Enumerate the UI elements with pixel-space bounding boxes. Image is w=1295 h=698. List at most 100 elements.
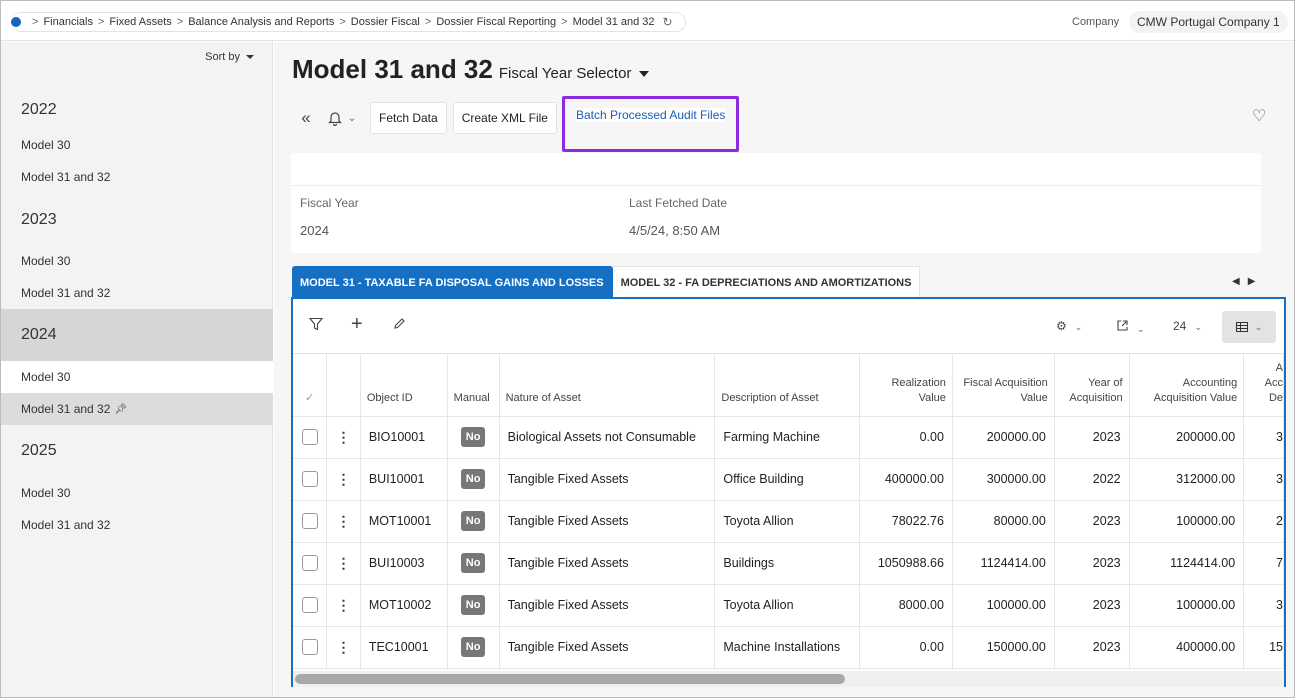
row-checkbox[interactable] xyxy=(301,639,318,655)
grid-view-toggle[interactable]: ⌄ xyxy=(1222,311,1276,343)
kebab-menu-icon[interactable]: ⋮ xyxy=(337,513,351,529)
scrollbar-thumb[interactable] xyxy=(295,674,845,684)
cell-fiscal-acquisition-value: 100000.00 xyxy=(952,584,1055,627)
cell-accounting-acquisition-value: 400000.00 xyxy=(1129,626,1245,669)
fetch-data-button[interactable]: Fetch Data xyxy=(370,102,447,134)
cell-partial: 7 xyxy=(1243,542,1284,585)
kebab-menu-icon[interactable]: ⋮ xyxy=(337,429,351,445)
asset-grid: + ⚙ ⌄ ⌄ 24 ⌄ ⌄ ✓ Object ID Manual Nature… xyxy=(291,297,1286,687)
page-title-text: Model 31 and 32 xyxy=(292,54,493,84)
nav-item-model-31-32[interactable]: Model 31 and 32 xyxy=(1,277,273,309)
kebab-menu-icon[interactable]: ⋮ xyxy=(337,555,351,571)
nav-group-2023[interactable]: 2023 xyxy=(1,194,273,246)
cell-realization-value: 0.00 xyxy=(859,626,953,669)
manual-badge: No xyxy=(461,427,486,447)
table-row[interactable]: ⋮ MOT10002 No Tangible Fixed Assets Toyo… xyxy=(293,584,1284,627)
cell-object-id: MOT10002 xyxy=(360,584,448,627)
header-manual[interactable]: Manual xyxy=(447,354,500,417)
header-object-id[interactable]: Object ID xyxy=(360,354,448,417)
row-checkbox[interactable] xyxy=(301,597,318,613)
select-all-check-icon[interactable]: ✓ xyxy=(293,354,328,417)
breadcrumb-item-financials[interactable]: Financials xyxy=(43,16,93,28)
favorite-heart-icon[interactable]: ♡ xyxy=(1252,106,1266,126)
page-size-selector[interactable]: 24 ⌄ xyxy=(1173,319,1202,333)
tab-model-31[interactable]: MODEL 31 - TAXABLE FA DISPOSAL GAINS AND… xyxy=(292,266,613,298)
pin-icon[interactable]: 📌︎ xyxy=(114,404,127,415)
collapse-icon[interactable]: « xyxy=(292,102,320,134)
cell-partial: 15 xyxy=(1243,626,1284,669)
nav-item-model-30[interactable]: Model 30 xyxy=(1,129,273,161)
table-row[interactable]: ⋮ BUI10003 No Tangible Fixed Assets Buil… xyxy=(293,542,1284,585)
kebab-menu-icon[interactable]: ⋮ xyxy=(337,471,351,487)
row-checkbox[interactable] xyxy=(301,471,318,487)
breadcrumb-item-dossier-fiscal[interactable]: Dossier Fiscal xyxy=(351,16,420,28)
page-size-value: 24 xyxy=(1173,319,1187,333)
row-menu-cell: ⋮ xyxy=(326,416,361,459)
table-row[interactable]: ⋮ BUI10001 No Tangible Fixed Assets Offi… xyxy=(293,458,1284,501)
header-label: Acc xyxy=(1264,376,1283,389)
row-checkbox[interactable] xyxy=(301,513,318,529)
row-menu-cell: ⋮ xyxy=(326,458,361,501)
plus-icon[interactable]: + xyxy=(351,313,363,336)
tab-model-32[interactable]: MODEL 32 - FA DEPRECIATIONS AND AMORTIZA… xyxy=(612,266,921,298)
cell-fiscal-acquisition-value: 150000.00 xyxy=(952,626,1055,669)
tab-scroll-left-icon[interactable]: ◀ xyxy=(1232,276,1248,287)
header-nature-of-asset[interactable]: Nature of Asset xyxy=(499,354,716,417)
table-row[interactable]: ⋮ MOT10001 No Tangible Fixed Assets Toyo… xyxy=(293,500,1284,543)
cell-fiscal-acquisition-value: 1124414.00 xyxy=(952,542,1055,585)
nav-item-model-31-32[interactable]: Model 31 and 32 xyxy=(1,509,273,541)
cell-description-of-asset: Farming Machine xyxy=(714,416,861,459)
header-partial-column[interactable]: A Acc De xyxy=(1243,354,1284,417)
header-label: A xyxy=(1275,361,1283,374)
nav-group-2025[interactable]: 2025 xyxy=(1,425,273,477)
row-checkbox-cell xyxy=(293,458,328,501)
export-menu[interactable]: ⌄ xyxy=(1116,319,1145,335)
batch-processed-audit-files-button[interactable]: Batch Processed Audit Files xyxy=(561,96,740,152)
breadcrumb-item-dossier-fiscal-reporting[interactable]: Dossier Fiscal Reporting xyxy=(436,16,556,28)
row-checkbox[interactable] xyxy=(301,429,318,445)
manual-badge: No xyxy=(461,595,486,615)
company-selector[interactable]: CMW Portugal Company 1 xyxy=(1129,11,1288,33)
header-accounting-acquisition-value[interactable]: Accounting Acquisition Value xyxy=(1129,354,1245,417)
create-xml-file-button[interactable]: Create XML File xyxy=(452,102,557,134)
kebab-menu-icon[interactable]: ⋮ xyxy=(337,639,351,655)
export-icon xyxy=(1117,320,1128,331)
left-navigator: Sort by 2022 Model 30 Model 31 and 32 20… xyxy=(1,42,273,697)
card-header-strip xyxy=(291,153,1261,186)
kebab-menu-icon[interactable]: ⋮ xyxy=(337,597,351,613)
manual-badge: No xyxy=(461,511,486,531)
pencil-icon[interactable] xyxy=(393,317,406,334)
filter-icon[interactable] xyxy=(308,317,324,335)
nav-group-2024[interactable]: 2024 xyxy=(1,309,273,361)
breadcrumb-item-balance-analysis[interactable]: Balance Analysis and Reports xyxy=(188,16,334,28)
home-dot-icon[interactable] xyxy=(11,17,21,27)
table-row[interactable]: ⋮ BIO10001 No Biological Assets not Cons… xyxy=(293,416,1284,459)
nav-item-model-30[interactable]: Model 30 xyxy=(1,361,273,393)
sort-by-button[interactable]: Sort by xyxy=(205,51,254,63)
settings-menu[interactable]: ⚙ ⌄ xyxy=(1056,319,1082,333)
row-checkbox[interactable] xyxy=(301,555,318,571)
fiscal-year-selector[interactable]: Fiscal Year Selector xyxy=(499,65,650,82)
header-fiscal-acquisition-value[interactable]: Fiscal Acquisition Value xyxy=(952,354,1055,417)
header-label: Realization xyxy=(891,376,946,389)
refresh-icon[interactable]: ↻ xyxy=(663,15,673,29)
cell-nature-of-asset: Tangible Fixed Assets xyxy=(499,542,716,585)
nav-item-model-30[interactable]: Model 30 xyxy=(1,477,273,509)
notification-button[interactable]: ⌄ xyxy=(320,102,364,134)
command-bar: « ⌄ Fetch Data Create XML File Batch Pro… xyxy=(292,96,740,152)
cell-realization-value: 0.00 xyxy=(859,416,953,459)
cell-manual: No xyxy=(447,416,500,459)
nav-item-model-31-32[interactable]: Model 31 and 32 xyxy=(1,161,273,193)
table-row[interactable]: ⋮ TEC10001 No Tangible Fixed Assets Mach… xyxy=(293,626,1284,669)
header-description-of-asset[interactable]: Description of Asset xyxy=(714,354,861,417)
table-header-row: ✓ Object ID Manual Nature of Asset Descr… xyxy=(293,354,1284,417)
nav-item-model-31-32-selected[interactable]: Model 31 and 32 📌︎ xyxy=(1,393,273,425)
row-checkbox-cell xyxy=(293,626,328,669)
tab-scroll-right-icon[interactable]: ▶ xyxy=(1248,276,1264,287)
header-year-of-acquisition[interactable]: Year of Acquisition xyxy=(1054,354,1130,417)
header-realization-value[interactable]: Realization Value xyxy=(859,354,953,417)
horizontal-scrollbar[interactable] xyxy=(293,671,1284,687)
breadcrumb-item-fixed-assets[interactable]: Fixed Assets xyxy=(109,16,171,28)
nav-item-model-30[interactable]: Model 30 xyxy=(1,245,273,277)
cell-accounting-acquisition-value: 100000.00 xyxy=(1129,584,1245,627)
